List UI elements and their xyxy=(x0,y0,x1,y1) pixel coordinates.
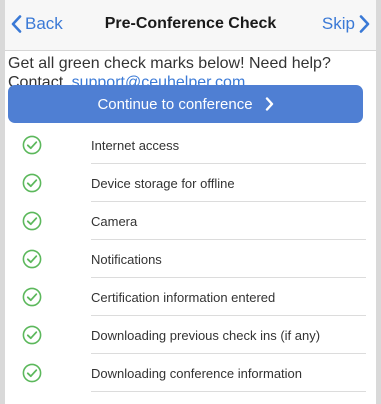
check-item-previous-check-ins: Downloading previous check ins (if any) xyxy=(5,316,376,354)
check-item-storage: Device storage for offline xyxy=(5,164,376,202)
check-item-label: Downloading conference information xyxy=(91,366,303,381)
check-item-internet: Internet access xyxy=(5,126,376,164)
check-circle-icon xyxy=(22,287,42,307)
check-circle-icon xyxy=(22,249,42,269)
check-circle-icon xyxy=(22,135,42,155)
check-circle-icon xyxy=(22,211,42,231)
check-item-label: Internet access xyxy=(91,138,180,153)
check-item-label: Camera xyxy=(91,214,138,229)
check-circle-icon xyxy=(22,173,42,193)
check-item-certification: Certification information entered xyxy=(5,278,376,316)
check-item-label: Device storage for offline xyxy=(91,176,235,191)
check-item-label: Notifications xyxy=(91,252,162,267)
check-item-conference-info: Downloading conference information xyxy=(5,354,376,392)
continue-button-label: Continue to conference xyxy=(97,95,253,113)
divider xyxy=(91,391,366,392)
check-item-notifications: Notifications xyxy=(5,240,376,278)
intro-instructions: Get all green check marks below! Need he… xyxy=(8,55,331,72)
page-title: Pre-Conference Check xyxy=(104,15,277,32)
check-circle-icon xyxy=(22,363,42,383)
pre-conference-check-screen: Back Pre-Conference Check Skip Get all g… xyxy=(5,0,376,404)
check-list: Internet access Device storage for offli… xyxy=(5,126,376,392)
check-circle-icon xyxy=(22,325,42,345)
chevron-right-icon xyxy=(265,97,273,111)
chevron-right-icon xyxy=(359,15,370,33)
navigation-bar: Back Pre-Conference Check Skip xyxy=(5,0,376,51)
skip-button-label: Skip xyxy=(321,14,355,33)
check-item-camera: Camera xyxy=(5,202,376,240)
check-item-label: Certification information entered xyxy=(91,290,276,305)
skip-button[interactable]: Skip xyxy=(322,14,370,34)
continue-to-conference-button[interactable]: Continue to conference xyxy=(8,85,363,123)
check-item-label: Downloading previous check ins (if any) xyxy=(91,328,321,343)
